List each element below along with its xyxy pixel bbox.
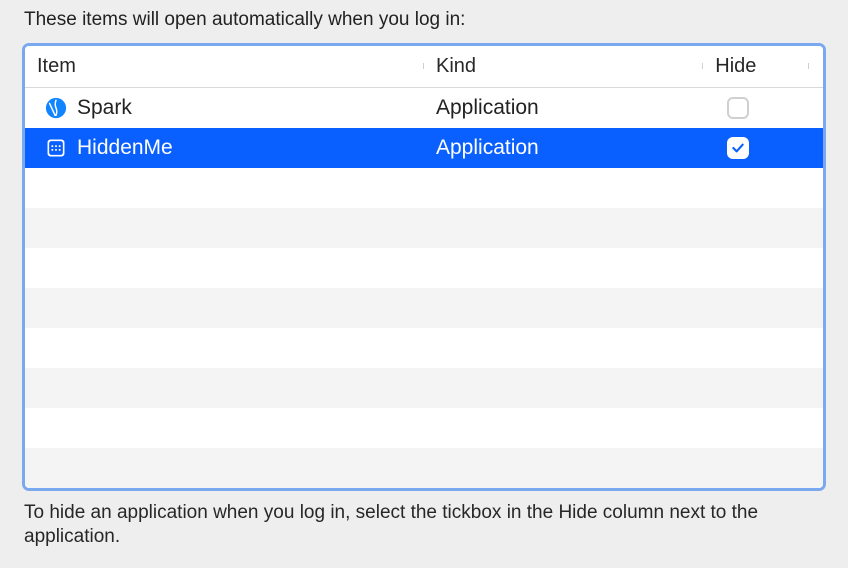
app-kind: Application: [424, 134, 703, 161]
table-row[interactable]: HiddenMe Application: [25, 128, 823, 168]
app-name: HiddenMe: [77, 134, 173, 161]
table-row[interactable]: [25, 328, 823, 368]
table-row[interactable]: [25, 368, 823, 408]
table-row[interactable]: [25, 208, 823, 248]
column-header-item[interactable]: Item: [25, 53, 424, 79]
login-items-footer-hint: To hide an application when you log in, …: [22, 491, 826, 550]
app-kind: Application: [424, 94, 703, 121]
hiddenme-icon: [45, 137, 67, 159]
login-items-heading: These items will open automatically when…: [22, 0, 826, 43]
table-row[interactable]: [25, 408, 823, 448]
table-row[interactable]: Spark Application: [25, 88, 823, 128]
column-header-hide[interactable]: Hide: [703, 53, 823, 79]
login-items-table-header: Item Kind Hide: [25, 46, 823, 88]
spark-icon: [45, 97, 67, 119]
table-row[interactable]: [25, 168, 823, 208]
column-header-kind[interactable]: Kind: [424, 53, 703, 79]
table-row[interactable]: [25, 288, 823, 328]
app-name: Spark: [77, 94, 132, 121]
table-row[interactable]: [25, 248, 823, 288]
login-items-table: Item Kind Hide Spark Application: [22, 43, 826, 491]
table-row[interactable]: [25, 448, 823, 488]
hide-checkbox[interactable]: [727, 137, 749, 159]
login-items-table-body: Spark Application: [25, 88, 823, 488]
hide-checkbox[interactable]: [727, 97, 749, 119]
